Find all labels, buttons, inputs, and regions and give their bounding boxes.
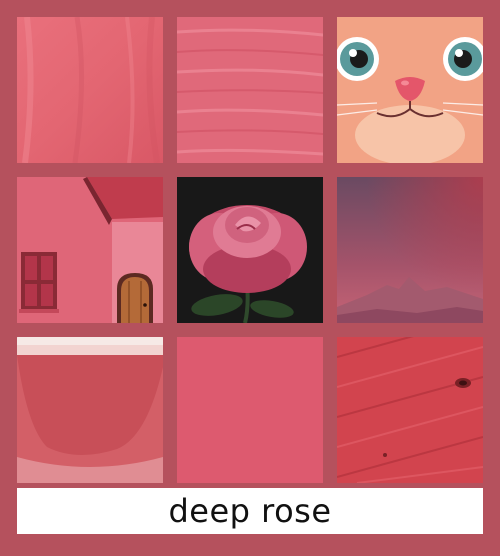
color-name-caption: deep rose xyxy=(168,492,332,530)
wood-grain-image xyxy=(337,337,483,483)
mountain-landscape-image xyxy=(337,177,483,323)
ceramic-cup-image xyxy=(17,337,163,483)
tile-ceramic-cup-closeup xyxy=(17,337,163,483)
brush-stroke-image xyxy=(177,17,323,163)
cat-face-image xyxy=(337,17,483,163)
caption-bar: deep rose xyxy=(17,488,483,534)
tile-wood-grain-texture xyxy=(337,337,483,483)
tile-cartoon-cat-face xyxy=(337,17,483,163)
house-painting-image xyxy=(17,177,163,323)
tile-misty-mountain-landscape xyxy=(337,177,483,323)
tile-fabric-texture xyxy=(17,17,163,163)
tile-rose-flower-photo xyxy=(177,177,323,323)
solid-swatch-image xyxy=(177,337,323,483)
tile-solid-color-swatch xyxy=(177,337,323,483)
tile-brush-stroke-texture xyxy=(177,17,323,163)
rose-photo-image xyxy=(177,177,323,323)
tile-pink-house-painting xyxy=(17,177,163,323)
fabric-texture-image xyxy=(17,17,163,163)
